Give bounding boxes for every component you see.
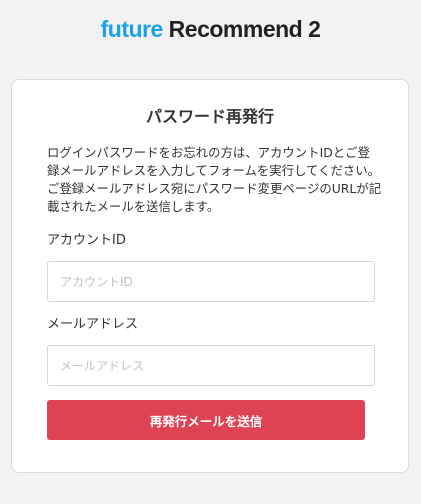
email-input[interactable] — [47, 345, 375, 386]
app-logo: future Recommend 2 — [0, 14, 421, 44]
account-id-input[interactable] — [47, 261, 375, 302]
account-id-label: アカウントID — [47, 233, 126, 248]
logo-future-text: future — [100, 16, 164, 42]
page-title: パスワード再発行 — [145, 107, 274, 126]
send-reset-email-button[interactable]: 再発行メールを送信 — [47, 400, 365, 440]
instructions: ログインパスワードをお忘れの方は、アカウントIDとご登録メールアドレスを入力して… — [47, 144, 382, 216]
logo-recommend-text: Recommend 2 — [162, 16, 321, 42]
password-reset-card: パスワード再発行 ログインパスワードをお忘れの方は、アカウントIDとご登録メール… — [11, 79, 409, 473]
email-label: メールアドレス — [47, 317, 139, 332]
instructions-line-2: ご登録メールアドレス宛にパスワード変更ページのURLが記載されたメールを送信しま… — [47, 181, 382, 214]
instructions-line-1: ログインパスワードをお忘れの方は、アカウントIDとご登録メールアドレスを入力して… — [47, 145, 381, 178]
